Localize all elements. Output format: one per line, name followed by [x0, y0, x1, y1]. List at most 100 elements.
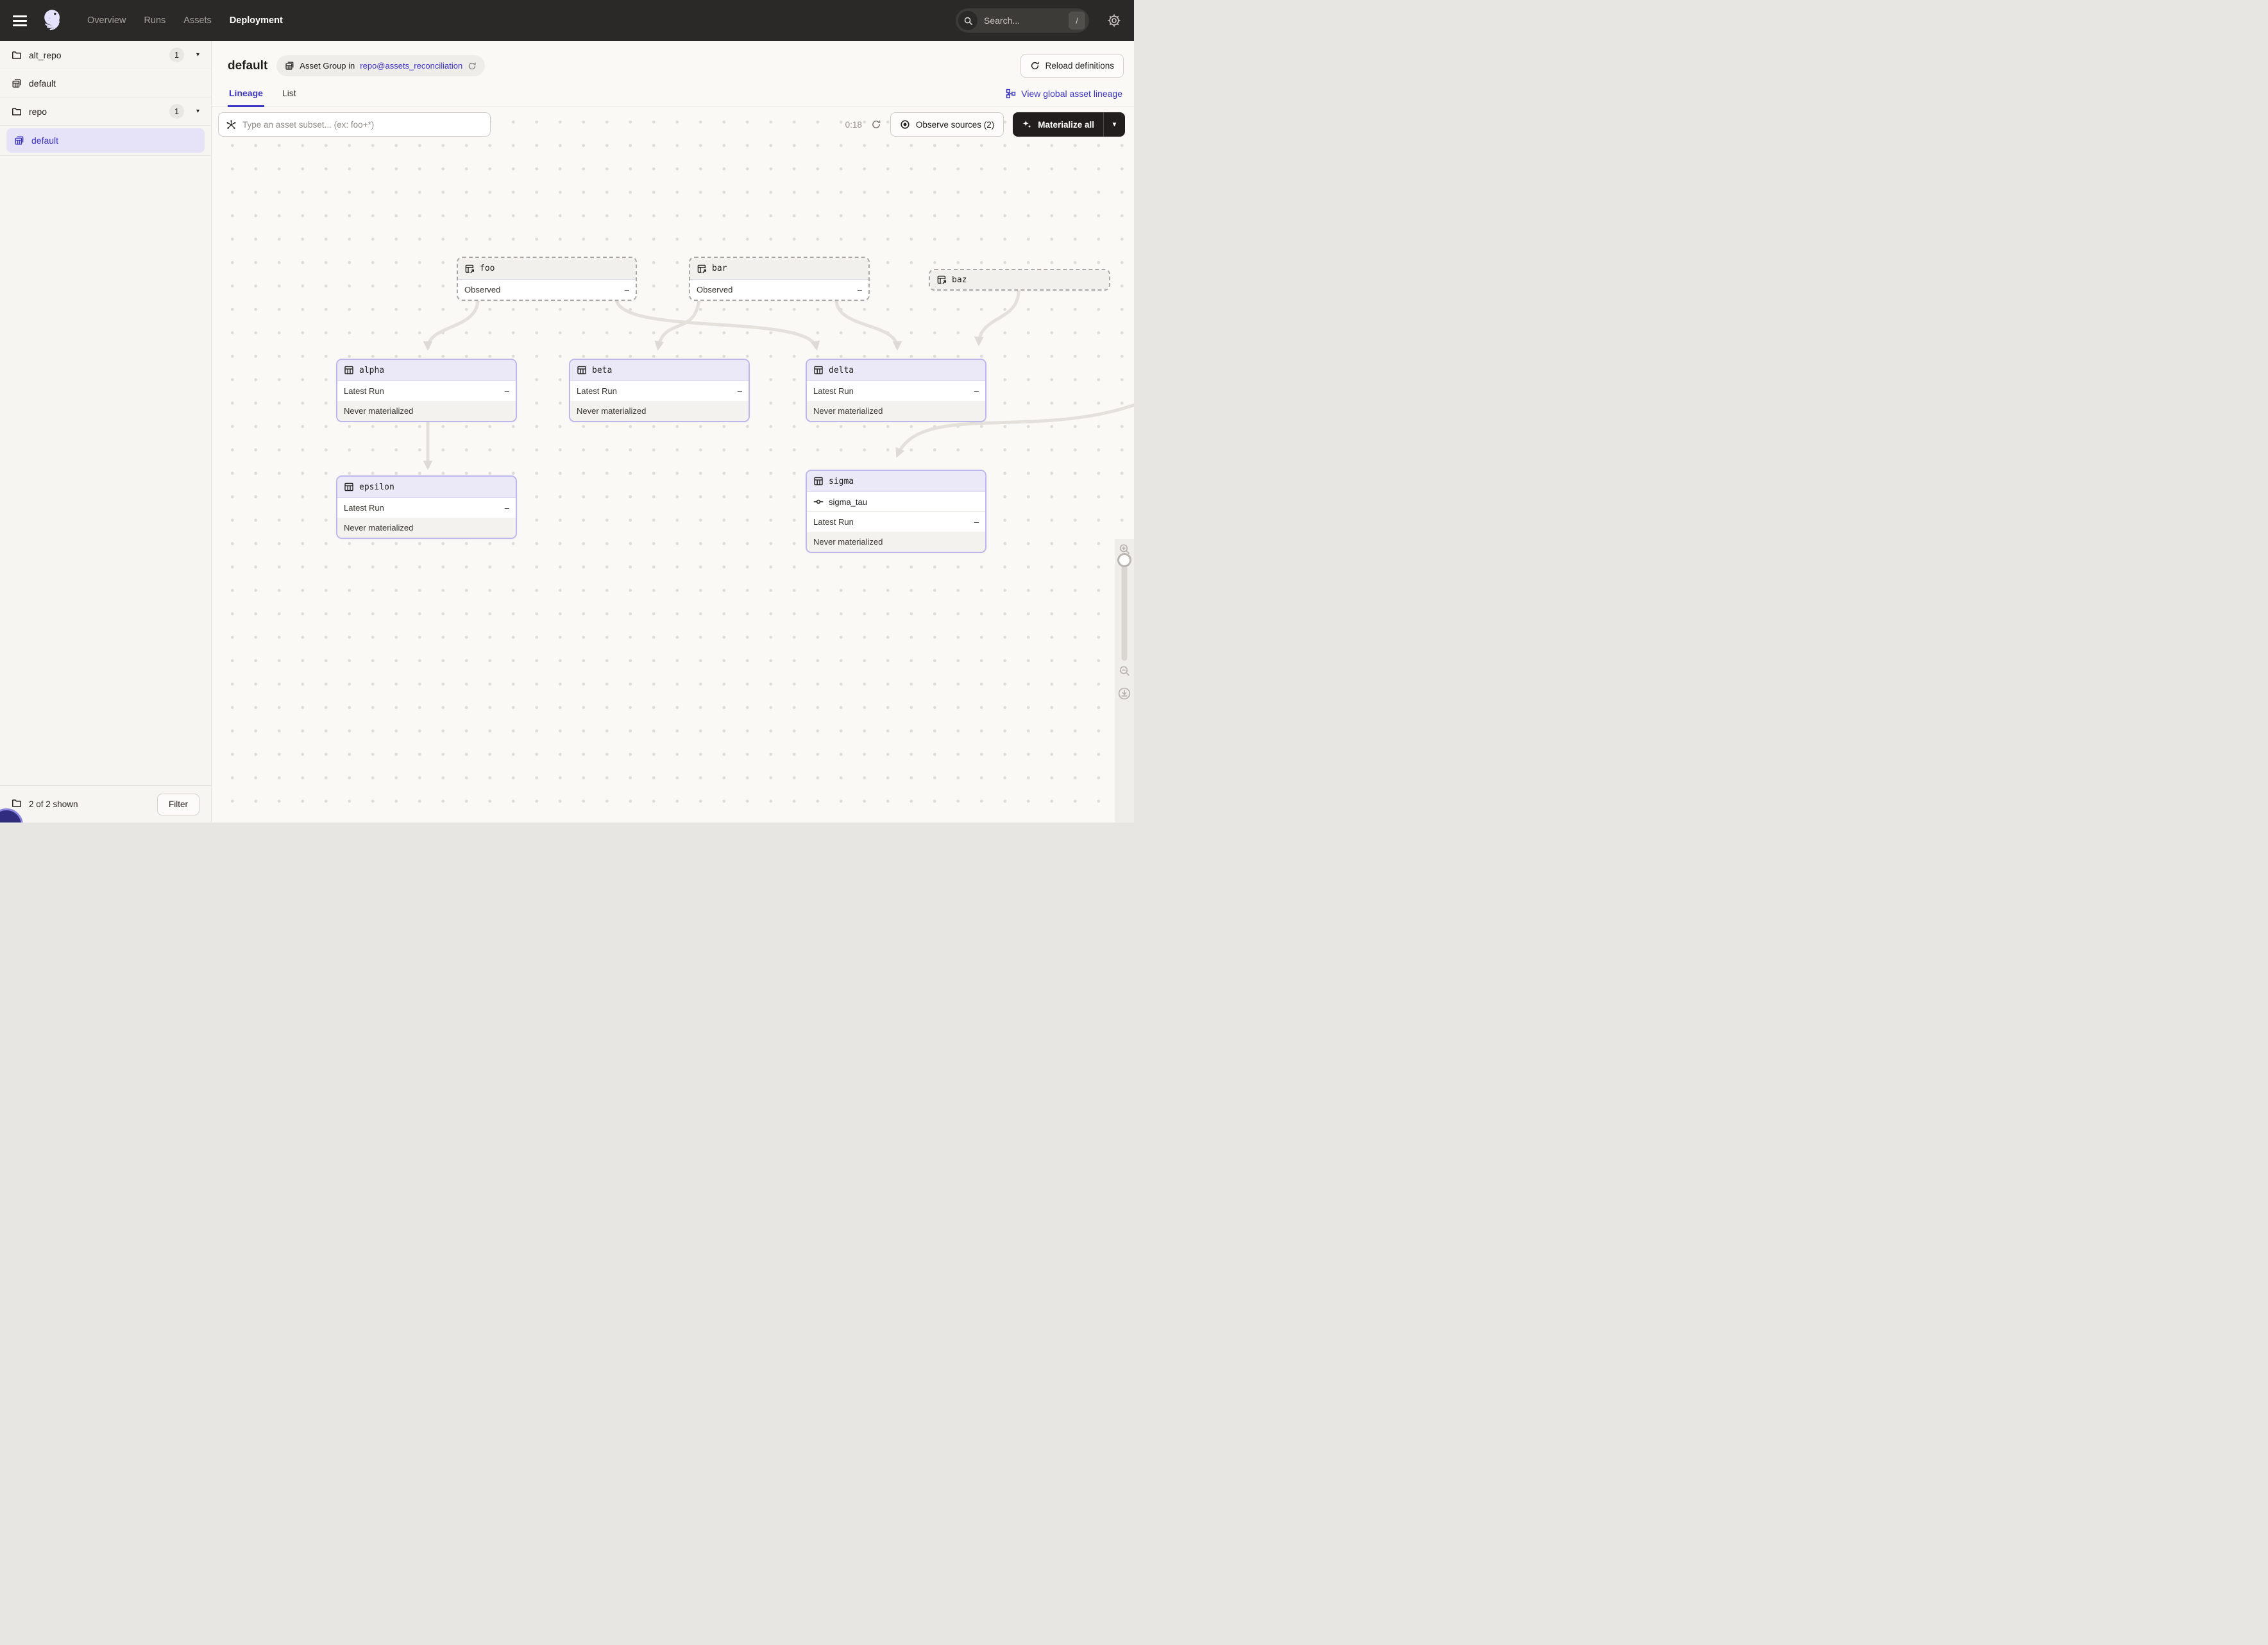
- chip-prefix-text: Asset Group in: [300, 61, 355, 71]
- asset-subset-input[interactable]: [242, 120, 483, 130]
- latest-run-value: –: [974, 517, 979, 527]
- latest-run-value: –: [505, 503, 509, 513]
- asset-check-row[interactable]: sigma_tau: [807, 492, 985, 512]
- asset-name: delta: [829, 366, 854, 375]
- asset-node-delta[interactable]: delta Latest Run – Never materialized: [806, 359, 986, 422]
- chevron-down-icon[interactable]: ▾: [196, 108, 199, 115]
- sparkle-icon: [1022, 119, 1032, 130]
- asset-name: alpha: [359, 366, 384, 375]
- refresh-icon[interactable]: [871, 119, 881, 130]
- lineage-graph-canvas[interactable]: 0:18 Observe sources (2) Materializ: [212, 107, 1134, 822]
- asset-name: beta: [592, 366, 612, 375]
- observed-value: –: [858, 285, 862, 294]
- nav-runs[interactable]: Runs: [144, 15, 165, 26]
- code-location-sidebar: alt_repo 1 ▾ default repo 1 ▾: [0, 41, 212, 822]
- view-global-asset-lineage-link[interactable]: View global asset lineage: [1006, 89, 1122, 106]
- latest-run-value: –: [974, 386, 979, 396]
- materialization-status: Never materialized: [344, 523, 413, 533]
- edge-bar-delta: [836, 300, 897, 348]
- latest-run-label: Latest Run: [813, 517, 854, 527]
- sidebar-item-label: default: [31, 135, 58, 146]
- reload-definitions-label: Reload definitions: [1045, 61, 1114, 71]
- latest-run-value: –: [505, 386, 509, 396]
- page-title: default: [228, 59, 267, 73]
- observed-value: –: [625, 285, 629, 294]
- search-input[interactable]: Search... /: [956, 8, 1089, 33]
- asset-table-icon: [813, 476, 824, 486]
- latest-run-label: Latest Run: [577, 386, 617, 396]
- asset-node-epsilon[interactable]: epsilon Latest Run – Never materialized: [336, 475, 517, 539]
- zoom-slider-track[interactable]: [1122, 565, 1128, 661]
- observe-sources-label: Observe sources (2): [916, 120, 994, 130]
- top-nav-bar: Overview Runs Assets Deployment Search..…: [0, 0, 1134, 41]
- materialization-status: Never materialized: [813, 537, 883, 547]
- view-tabs: Lineage List View global asset lineage: [212, 88, 1134, 107]
- reload-definitions-button[interactable]: Reload definitions: [1020, 54, 1124, 78]
- observe-sources-button[interactable]: Observe sources (2): [890, 112, 1004, 137]
- latest-run-label: Latest Run: [344, 503, 384, 513]
- dagster-logo-icon[interactable]: [40, 7, 67, 34]
- source-asset-icon: [464, 264, 475, 274]
- asset-node-bar[interactable]: bar Observed –: [689, 257, 870, 301]
- sidebar-item-label: default: [29, 78, 56, 89]
- lineage-graph-icon: [1006, 89, 1016, 99]
- asset-table-icon: [344, 482, 354, 492]
- gear-icon[interactable]: [1107, 13, 1121, 28]
- materialize-all-label: Materialize all: [1038, 120, 1094, 130]
- tab-lineage[interactable]: Lineage: [228, 88, 264, 107]
- asset-table-icon: [577, 365, 587, 375]
- asset-node-baz[interactable]: baz: [929, 269, 1110, 291]
- sidebar-item-repo[interactable]: repo 1 ▾: [0, 98, 211, 126]
- asset-node-sigma[interactable]: sigma sigma_tau Latest Run – Never mater…: [806, 470, 986, 553]
- search-shortcut-badge: /: [1069, 12, 1085, 30]
- sidebar-footer: 2 of 2 shown Filter: [0, 785, 211, 822]
- asset-name: epsilon: [359, 482, 394, 492]
- primary-nav: Overview Runs Assets Deployment: [87, 15, 283, 26]
- zoom-slider-handle[interactable]: [1117, 553, 1131, 567]
- lineage-edges: [212, 107, 1134, 818]
- asset-node-beta[interactable]: beta Latest Run – Never materialized: [569, 359, 750, 422]
- folder-icon: [12, 798, 22, 810]
- asset-name: sigma: [829, 477, 854, 486]
- sidebar-item-default-repo-selected[interactable]: default: [6, 128, 205, 153]
- edge-baz-delta: [979, 291, 1019, 344]
- count-badge: 1: [169, 104, 184, 119]
- materialize-dropdown-caret[interactable]: ▼: [1104, 112, 1125, 137]
- shown-count-text: 2 of 2 shown: [29, 799, 78, 809]
- zoom-controls: [1115, 539, 1134, 822]
- asset-name: baz: [952, 275, 967, 285]
- folder-icon: [12, 50, 22, 60]
- folder-icon: [12, 107, 22, 117]
- materialize-all-button[interactable]: Materialize all: [1013, 112, 1103, 137]
- filter-button[interactable]: Filter: [157, 794, 199, 815]
- materialization-status: Never materialized: [577, 406, 646, 416]
- nav-deployment[interactable]: Deployment: [230, 15, 283, 26]
- chevron-down-icon[interactable]: ▾: [196, 51, 199, 58]
- tab-list[interactable]: List: [281, 88, 298, 107]
- nav-overview[interactable]: Overview: [87, 15, 126, 26]
- sidebar-item-label: alt_repo: [29, 50, 62, 60]
- asset-node-foo[interactable]: foo Observed –: [457, 257, 637, 301]
- sidebar-item-default-altrepo[interactable]: default: [0, 69, 211, 98]
- search-icon: [958, 11, 977, 30]
- refresh-timer: 0:18: [845, 120, 862, 130]
- search-placeholder: Search...: [984, 15, 1062, 26]
- refresh-icon[interactable]: [468, 62, 477, 71]
- zoom-out-icon[interactable]: [1119, 665, 1131, 677]
- graph-toolbar: 0:18 Observe sources (2) Materializ: [218, 112, 1125, 137]
- source-asset-icon: [697, 264, 707, 274]
- asset-table-icon: [813, 365, 824, 375]
- asset-node-alpha[interactable]: alpha Latest Run – Never materialized: [336, 359, 517, 422]
- repo-location-link[interactable]: repo@assets_reconciliation: [360, 61, 462, 71]
- asset-check-label: sigma_tau: [829, 497, 867, 507]
- download-image-icon[interactable]: [1117, 686, 1131, 701]
- observed-label: Observed: [697, 285, 732, 294]
- asset-name: foo: [480, 264, 495, 273]
- edge-bar-beta: [658, 300, 699, 348]
- sidebar-item-alt-repo[interactable]: alt_repo 1 ▾: [0, 41, 211, 69]
- hamburger-menu-icon[interactable]: [13, 15, 27, 26]
- latest-run-value: –: [738, 386, 742, 396]
- nav-assets[interactable]: Assets: [183, 15, 212, 26]
- latest-run-label: Latest Run: [344, 386, 384, 396]
- op-selector-icon: [226, 119, 237, 130]
